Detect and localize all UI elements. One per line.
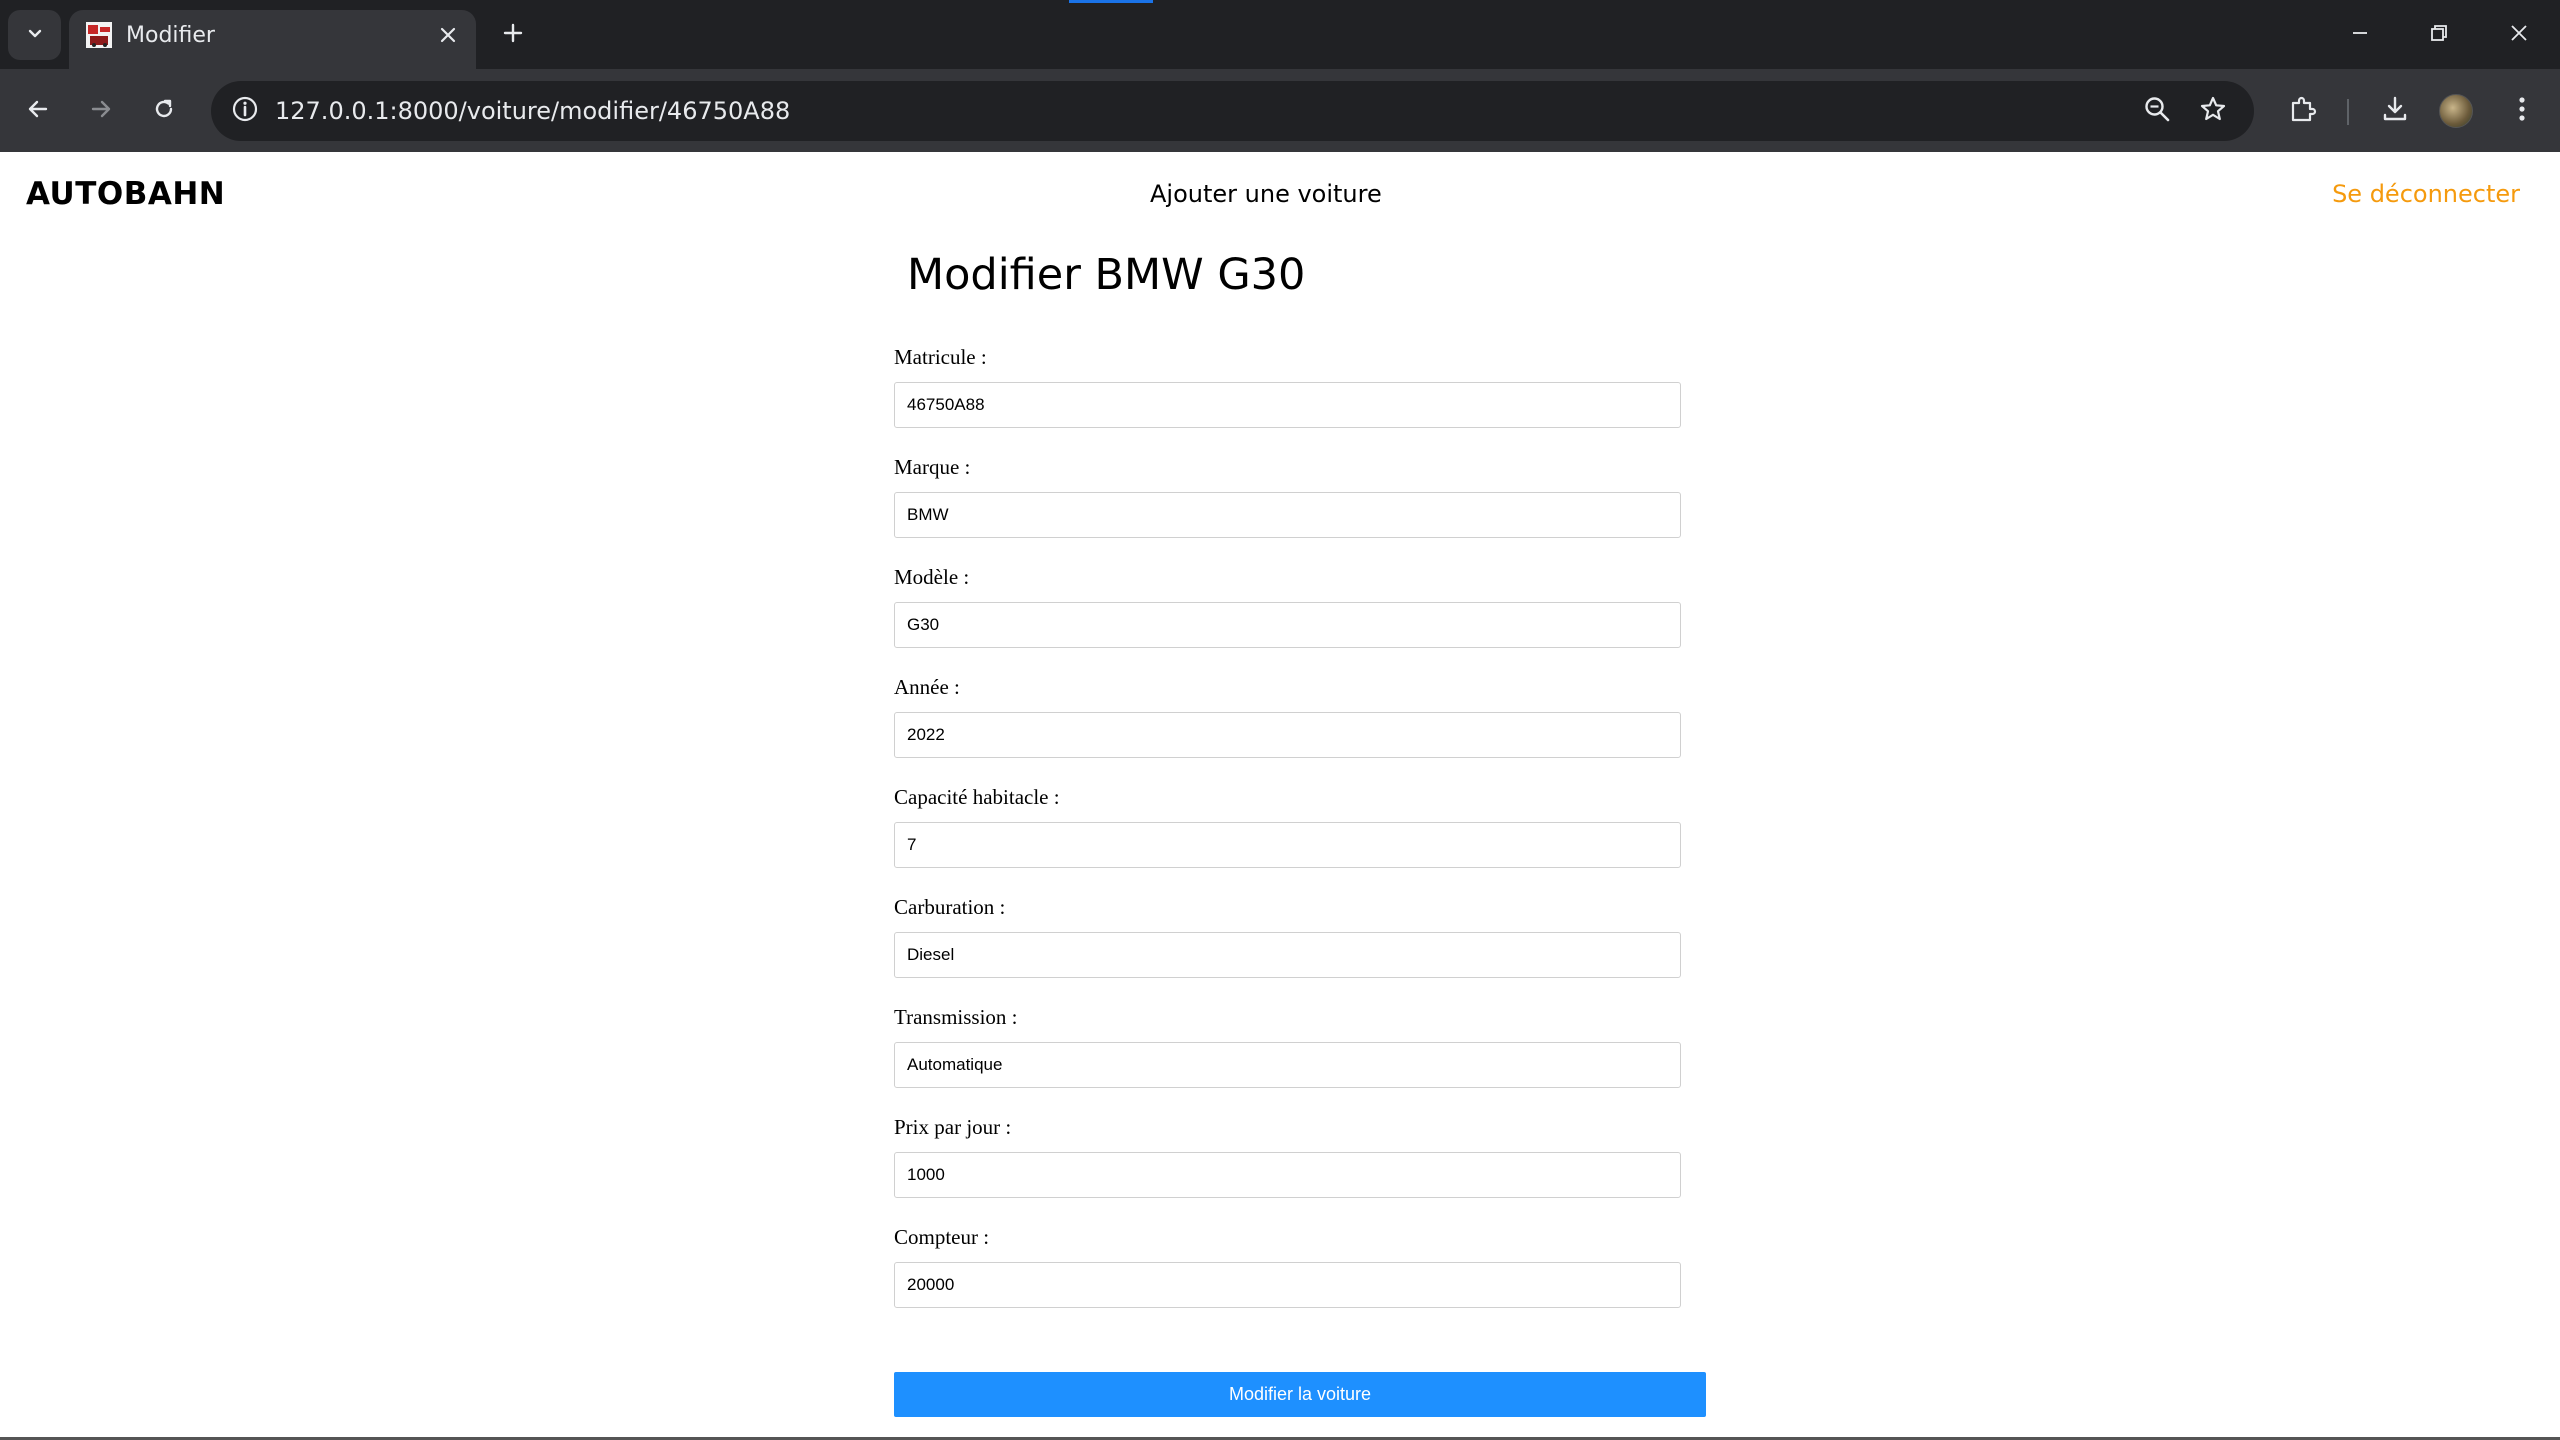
- url-text[interactable]: 127.0.0.1:8000/voiture/modifier/46750A88: [275, 97, 790, 125]
- info-icon: [231, 95, 259, 128]
- close-icon: [2509, 23, 2529, 48]
- restore-icon: [2429, 23, 2449, 48]
- star-icon: [2199, 95, 2227, 128]
- reload-button[interactable]: [142, 89, 186, 133]
- marque-label: Marque :: [894, 455, 971, 479]
- address-bar[interactable]: 127.0.0.1:8000/voiture/modifier/46750A88: [211, 81, 2254, 141]
- reload-icon: [151, 96, 177, 127]
- restore-window-button[interactable]: [2409, 10, 2469, 60]
- bookmark-button[interactable]: [2195, 93, 2231, 129]
- matricule-input[interactable]: [894, 382, 1681, 428]
- more-vertical-icon: [2517, 95, 2527, 128]
- tab-title: Modifier: [126, 23, 215, 48]
- submit-button[interactable]: Modifier la voiture: [894, 1372, 1706, 1417]
- carburation-label: Carburation :: [894, 895, 1006, 919]
- modele-label: Modèle :: [894, 565, 970, 589]
- tab-search-button[interactable]: [8, 10, 61, 60]
- compteur-input[interactable]: [894, 1262, 1681, 1308]
- browser-tab-strip: Modifier: [0, 0, 2560, 69]
- close-window-button[interactable]: [2489, 10, 2549, 60]
- back-button[interactable]: [16, 89, 60, 133]
- browser-toolbar: 127.0.0.1:8000/voiture/modifier/46750A88: [0, 69, 2560, 152]
- marque-input[interactable]: [894, 492, 1681, 538]
- minimize-icon: [2350, 23, 2370, 48]
- transmission-label: Transmission :: [894, 1005, 1018, 1029]
- close-tab-icon[interactable]: [434, 21, 462, 49]
- profile-button[interactable]: [2434, 89, 2478, 133]
- new-tab-button[interactable]: [495, 17, 531, 53]
- puzzle-icon: [2288, 94, 2318, 129]
- tab-loading-indicator: [1069, 0, 1153, 3]
- zoom-out-icon: [2143, 95, 2171, 128]
- compteur-label: Compteur :: [894, 1225, 990, 1249]
- transmission-input[interactable]: [894, 1042, 1681, 1088]
- browser-tab-active[interactable]: Modifier: [69, 10, 476, 69]
- prix-label: Prix par jour :: [894, 1115, 1012, 1139]
- modele-input[interactable]: [894, 602, 1681, 648]
- arrow-left-icon: [25, 96, 51, 127]
- extensions-button[interactable]: [2281, 89, 2325, 133]
- minimize-window-button[interactable]: [2330, 10, 2390, 60]
- carburation-input[interactable]: [894, 932, 1681, 978]
- page-content: AUTOBAHN Ajouter une voiture Se déconnec…: [0, 152, 2560, 1440]
- add-car-link[interactable]: Ajouter une voiture: [1150, 180, 1382, 208]
- capacite-input[interactable]: [894, 822, 1681, 868]
- zoom-button[interactable]: [2139, 93, 2175, 129]
- prix-input[interactable]: [894, 1152, 1681, 1198]
- chevron-down-icon: [25, 23, 45, 48]
- page-title: Modifier BMW G30: [907, 250, 1306, 300]
- forward-button[interactable]: [79, 89, 123, 133]
- plus-icon: [502, 22, 524, 49]
- download-icon: [2380, 94, 2410, 129]
- arrow-right-icon: [88, 96, 114, 127]
- annee-label: Année :: [894, 675, 960, 699]
- annee-input[interactable]: [894, 712, 1681, 758]
- avatar: [2439, 94, 2473, 128]
- site-favicon-icon: [85, 21, 113, 49]
- site-info-button[interactable]: [227, 93, 263, 129]
- matricule-label: Matricule :: [894, 345, 987, 369]
- capacite-label: Capacité habitacle :: [894, 785, 1060, 809]
- browser-menu-button[interactable]: [2500, 89, 2544, 133]
- logout-link[interactable]: Se déconnecter: [2332, 180, 2520, 208]
- site-logo[interactable]: AUTOBAHN: [26, 176, 225, 212]
- downloads-button[interactable]: [2373, 89, 2417, 133]
- toolbar-divider: [2347, 99, 2349, 125]
